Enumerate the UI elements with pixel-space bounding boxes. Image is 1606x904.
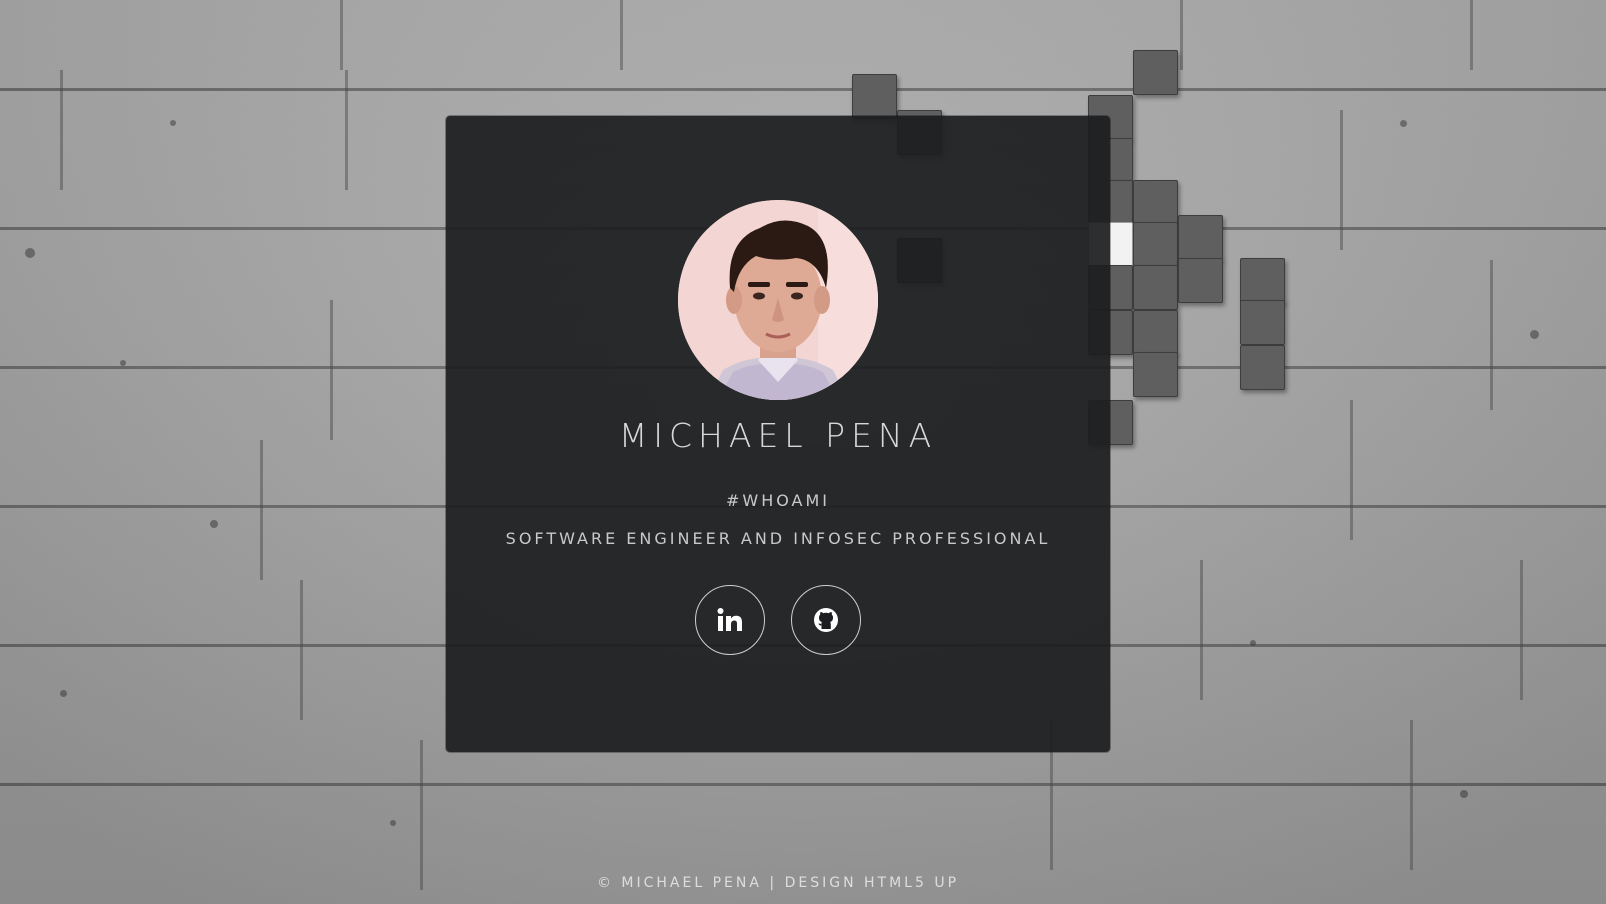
footer-design-link[interactable]: HTML5 UP — [864, 875, 959, 891]
profile-role: SOFTWARE ENGINEER AND INFOSEC PROFESSION… — [505, 529, 1051, 548]
profile-avatar — [678, 200, 878, 400]
page-footer: © MICHAEL PENA | DESIGN HTML5 UP — [0, 875, 1556, 891]
social-links — [446, 585, 1110, 657]
footer-copyright: © MICHAEL PENA — [596, 875, 762, 891]
profile-name: MICHAEL PENA — [618, 416, 938, 455]
github-icon — [814, 608, 838, 632]
footer-separator: | — [769, 875, 778, 891]
profile-card: MICHAEL PENA #WHOAMI SOFTWARE ENGINEER A… — [446, 116, 1110, 752]
linkedin-icon — [717, 608, 742, 631]
github-button[interactable] — [791, 585, 861, 655]
profile-photo — [678, 200, 878, 400]
linkedin-button[interactable] — [695, 585, 765, 655]
profile-tagline: #WHOAMI — [725, 491, 831, 510]
footer-design-prefix: DESIGN — [784, 875, 857, 891]
